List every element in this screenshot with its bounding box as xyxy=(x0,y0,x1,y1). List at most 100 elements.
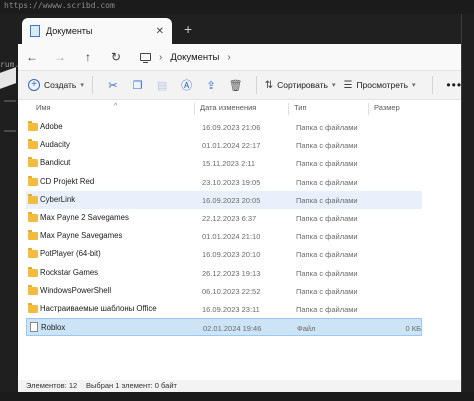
row-type: Файл xyxy=(297,324,316,334)
row-type: Папка с файлами xyxy=(296,232,358,242)
column-header-size[interactable]: Размер xyxy=(374,103,400,112)
row-date: 26.12.2023 19:13 xyxy=(202,268,261,278)
breadcrumb-documents[interactable]: Документы xyxy=(170,52,219,63)
close-tab-icon[interactable]: ✕ xyxy=(156,26,164,37)
create-button[interactable]: + Создать ▾ xyxy=(28,79,84,91)
view-label: Просмотреть xyxy=(356,80,409,90)
file-explorer-window: Документы ✕ + ← → ↑ ↻ › Документы › + Со… xyxy=(18,14,462,392)
sort-icon: ⇅ xyxy=(264,79,274,91)
forward-button[interactable]: → xyxy=(46,50,74,64)
row-date: 16.09.2023 21:06 xyxy=(202,123,261,132)
row-name: Настраиваемые шаблоны Office xyxy=(40,304,157,313)
table-row[interactable]: Max Payne 2 Savegames 22.12.2023 6:37 Папк… xyxy=(26,209,422,227)
column-header-row: ^ Имя Дата изменения Тип Размер xyxy=(18,100,461,115)
row-name: Rockstar Games xyxy=(40,267,99,277)
column-header-name[interactable]: Имя xyxy=(36,103,51,112)
table-row[interactable]: Rockstar Games 26.12.2023 19:13 Папка с фа… xyxy=(26,264,422,282)
table-row[interactable]: Max Payne Savegames 01.01.2024 21:10 Папка… xyxy=(26,227,422,245)
background-divider xyxy=(4,100,16,102)
breadcrumb-separator[interactable]: › xyxy=(227,52,230,63)
sort-button[interactable]: ⇅ Сортировать ▾ xyxy=(265,80,336,91)
more-options-button[interactable]: ••• xyxy=(446,78,461,92)
copy-icon[interactable]: ❐ xyxy=(125,79,150,92)
row-type: Папка с файлами xyxy=(296,177,358,187)
row-date: 02.01.2024 19:46 xyxy=(203,324,262,334)
navigation-bar: ← → ↑ ↻ › Документы › xyxy=(18,44,461,70)
folder-icon xyxy=(28,121,38,131)
row-date: 22.12.2023 6:37 xyxy=(202,214,257,223)
row-date: 15.11.2023 2:11 xyxy=(202,159,256,169)
file-icon xyxy=(30,322,38,333)
item-count: Элементов: 12 xyxy=(26,381,78,390)
up-button[interactable]: ↑ xyxy=(74,50,102,64)
documents-icon xyxy=(30,25,40,37)
row-date: 16.09.2023 23:11 xyxy=(202,305,260,314)
column-divider[interactable] xyxy=(368,103,369,115)
rename-icon[interactable]: Ⓐ xyxy=(174,77,199,93)
column-header-type[interactable]: Тип xyxy=(294,103,307,112)
folder-icon xyxy=(28,248,38,259)
command-toolbar: + Создать ▾ ✂ ❐ ▤ Ⓐ ⇪ 🗑 ⇅ Сортировать ▾ … xyxy=(18,70,461,100)
row-name: Max Payne Savegames xyxy=(40,231,123,241)
row-name: PotPlayer (64-bit) xyxy=(40,249,101,259)
sort-label: Сортировать xyxy=(277,80,328,90)
column-divider[interactable] xyxy=(194,103,195,115)
folder-icon xyxy=(28,303,38,313)
row-type: Папка с файлами xyxy=(296,268,358,278)
delete-icon[interactable]: 🗑 xyxy=(223,79,248,92)
table-row[interactable]: Roblox 02.01.2024 19:46 Файл 0 КБ xyxy=(26,318,422,337)
row-type: Папка с файлами xyxy=(296,195,358,205)
folder-icon xyxy=(28,175,38,186)
create-label: Создать xyxy=(44,80,77,90)
view-button[interactable]: ☰ Просмотреть ▾ xyxy=(343,80,415,91)
folder-icon xyxy=(28,157,38,168)
sort-ascending-icon: ^ xyxy=(114,103,118,110)
column-header-date[interactable]: Дата изменения xyxy=(200,103,256,112)
background-logo xyxy=(0,67,16,89)
tab-documents[interactable]: Документы ✕ xyxy=(22,18,172,44)
computer-icon[interactable] xyxy=(140,53,151,64)
back-button[interactable]: ← xyxy=(18,50,46,64)
file-list: ^ Имя Дата изменения Тип Размер Adobe 16.… xyxy=(18,100,461,380)
table-row[interactable]: Adobe 16.09.2023 21:06 Папка с файлами xyxy=(26,118,422,136)
row-name: Roblox xyxy=(41,323,66,333)
row-name: CyberLink xyxy=(40,194,76,204)
view-icon: ☰ xyxy=(343,79,353,91)
folder-icon xyxy=(28,193,38,204)
row-date: 16.09.2023 20:05 xyxy=(202,195,261,205)
row-type: Папка с файлами xyxy=(296,141,358,151)
cut-icon[interactable]: ✂ xyxy=(101,79,126,92)
row-date: 16.09.2023 20:10 xyxy=(202,250,261,260)
row-size: 0 КБ xyxy=(405,324,421,334)
table-row[interactable]: Настраиваемые шаблоны Office 16.09.2023 2… xyxy=(26,300,422,318)
row-name: Adobe xyxy=(40,122,63,131)
paste-icon[interactable]: ▤ xyxy=(150,79,175,92)
folder-icon xyxy=(28,266,38,277)
refresh-button[interactable]: ↻ xyxy=(102,50,130,64)
share-icon[interactable]: ⇪ xyxy=(199,79,224,92)
row-name: WindowsPowerShell xyxy=(40,285,112,295)
new-tab-button[interactable]: + xyxy=(184,21,192,37)
table-row[interactable]: CyberLink 16.09.2023 20:05 Папка с файлами xyxy=(26,190,422,209)
table-row[interactable]: Bandicut 15.11.2023 2:11 Папка с файлами xyxy=(26,154,422,172)
toolbar-divider xyxy=(255,76,257,94)
chevron-down-icon: ▾ xyxy=(331,82,336,89)
folder-icon xyxy=(28,139,38,150)
row-name: Bandicut xyxy=(40,158,71,168)
row-date: 06.10.2023 22:52 xyxy=(202,286,261,296)
column-divider[interactable] xyxy=(288,103,289,115)
background-app-bar: https://wwww.scribd.com xyxy=(0,0,474,14)
title-bar: Документы ✕ + xyxy=(18,14,461,44)
table-row[interactable]: PotPlayer (64-bit) 16.09.2023 20:10 Папка … xyxy=(26,245,422,263)
tab-title: Документы xyxy=(46,26,93,36)
breadcrumb-separator[interactable]: › xyxy=(159,52,162,63)
table-row[interactable]: Audacity 01.01.2024 22:17 Папка с файлами xyxy=(26,136,422,154)
chevron-down-icon: ▾ xyxy=(80,82,84,89)
taskbar-strip xyxy=(0,392,474,401)
toolbar-divider xyxy=(431,76,433,94)
table-row[interactable]: WindowsPowerShell 06.10.2023 22:52 Папка с… xyxy=(26,282,422,300)
chevron-down-icon: ▾ xyxy=(412,82,416,89)
background-url-text: https://wwww.scribd.com xyxy=(4,1,115,10)
background-divider xyxy=(4,130,16,132)
table-row[interactable]: CD Projekt Red 23.10.2023 19:05 Папка с фа… xyxy=(26,173,422,191)
